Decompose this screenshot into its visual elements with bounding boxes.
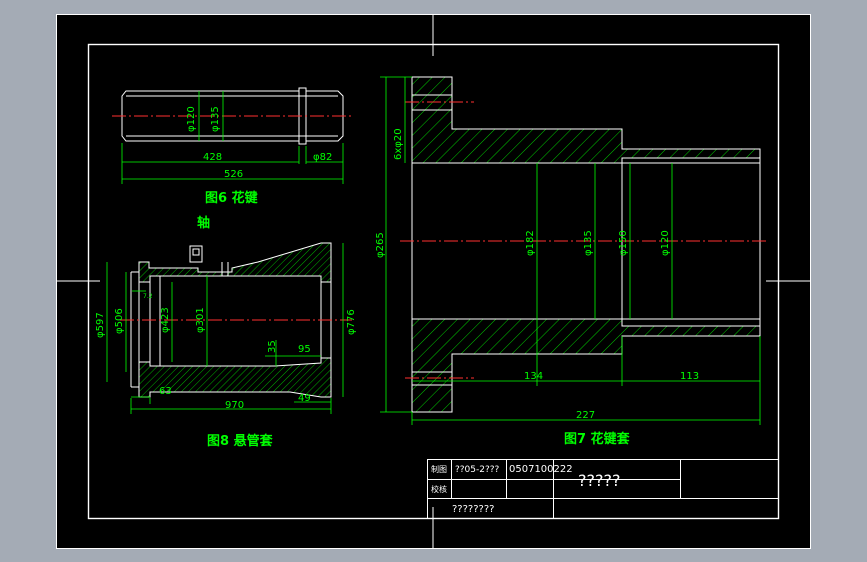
dim-sleeve7-l113: 113: [680, 371, 699, 382]
dim-sleeve-d301: φ301: [195, 307, 206, 333]
fig6-caption: 图6 花键: [205, 190, 258, 206]
dim-sleeve-d423: φ423: [160, 307, 171, 333]
dim-shaft-l526: 526: [224, 169, 243, 180]
title-block-school: ????????: [452, 504, 494, 515]
dim-sleeve7-d135: φ135: [583, 230, 594, 256]
dim-sleeve7-l134: 134: [524, 371, 543, 382]
dim-sleeve7-l227: 227: [576, 410, 595, 421]
fig6-subcaption: 轴: [197, 215, 210, 231]
dim-sleeve-d506: φ506: [114, 308, 125, 334]
dim-sleeve7-d150: φ150: [618, 230, 629, 256]
title-block-drawn-by-label: 制图: [431, 464, 447, 474]
dim-sleeve7-d265: φ265: [375, 232, 386, 258]
dim-sleeve-l95: 95: [298, 344, 311, 355]
title-block-drawn-by-name: ??05-2???: [455, 465, 500, 475]
dim-sleeve7-d120: φ120: [660, 230, 671, 256]
dim-shaft-d82: φ82: [313, 152, 332, 163]
dim-sleeve-d597: φ597: [95, 312, 106, 338]
title-block-title: ?????: [578, 471, 620, 490]
dim-shaft-d120: φ120: [186, 106, 197, 132]
dim-sleeve-l49: 49: [298, 393, 311, 404]
dim-shaft-l428: 428: [203, 152, 222, 163]
cad-drawing-viewport: φ120 φ135 428 φ82 526 图6 花键 轴 φ597 φ506 …: [56, 14, 811, 549]
title-block-drawing-number: 0507100222: [509, 464, 573, 475]
dim-sleeve-l970: 970: [225, 400, 244, 411]
title-block-checked-label: 校核: [431, 484, 447, 494]
dim-sleeve7-d182: φ182: [525, 230, 536, 256]
dim-sleeve-l63: 63: [159, 386, 172, 397]
fig7-caption: 图7 花键套: [564, 431, 631, 447]
dim-sleeve-l35: 35: [267, 340, 278, 353]
dim-sleeve-small: 7.2: [143, 293, 153, 300]
dim-shaft-d135: φ135: [210, 106, 221, 132]
dim-sleeve7-holes: 6xφ20: [393, 128, 404, 160]
dim-sleeve-d776: φ776: [346, 309, 357, 335]
fig8-caption: 图8 悬管套: [207, 433, 274, 449]
